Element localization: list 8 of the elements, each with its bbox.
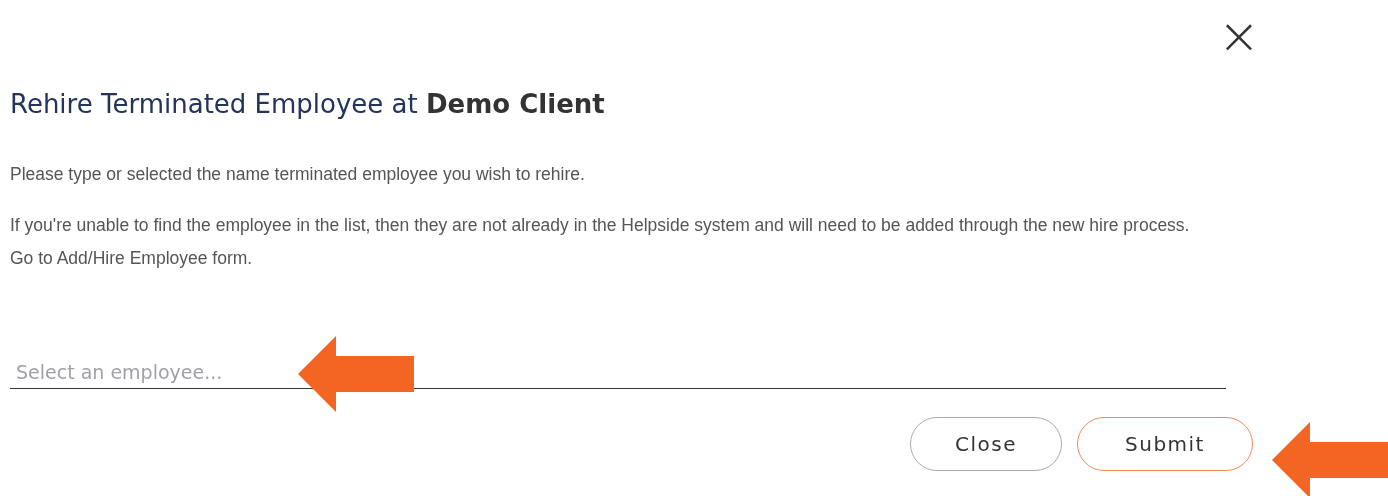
submit-button[interactable]: Submit — [1077, 417, 1253, 471]
instruction-text: If you're unable to find the employee in the list, then they are not already in the Helpside system and will need to be added through the new hire process. Go to Add/Hire Employee form. — [10, 214, 1191, 270]
instruction-text: Please type or selected the name terminated employee you wish to rehire. — [10, 163, 586, 186]
arrow-annotation-icon — [1272, 422, 1388, 496]
close-dialog-button[interactable]: Close — [910, 417, 1062, 471]
close-button[interactable]: × — [1210, 2, 1268, 70]
dialog-title: Rehire Terminated Employee at Demo Client — [10, 88, 606, 121]
arrow-annotation-icon — [298, 336, 414, 412]
